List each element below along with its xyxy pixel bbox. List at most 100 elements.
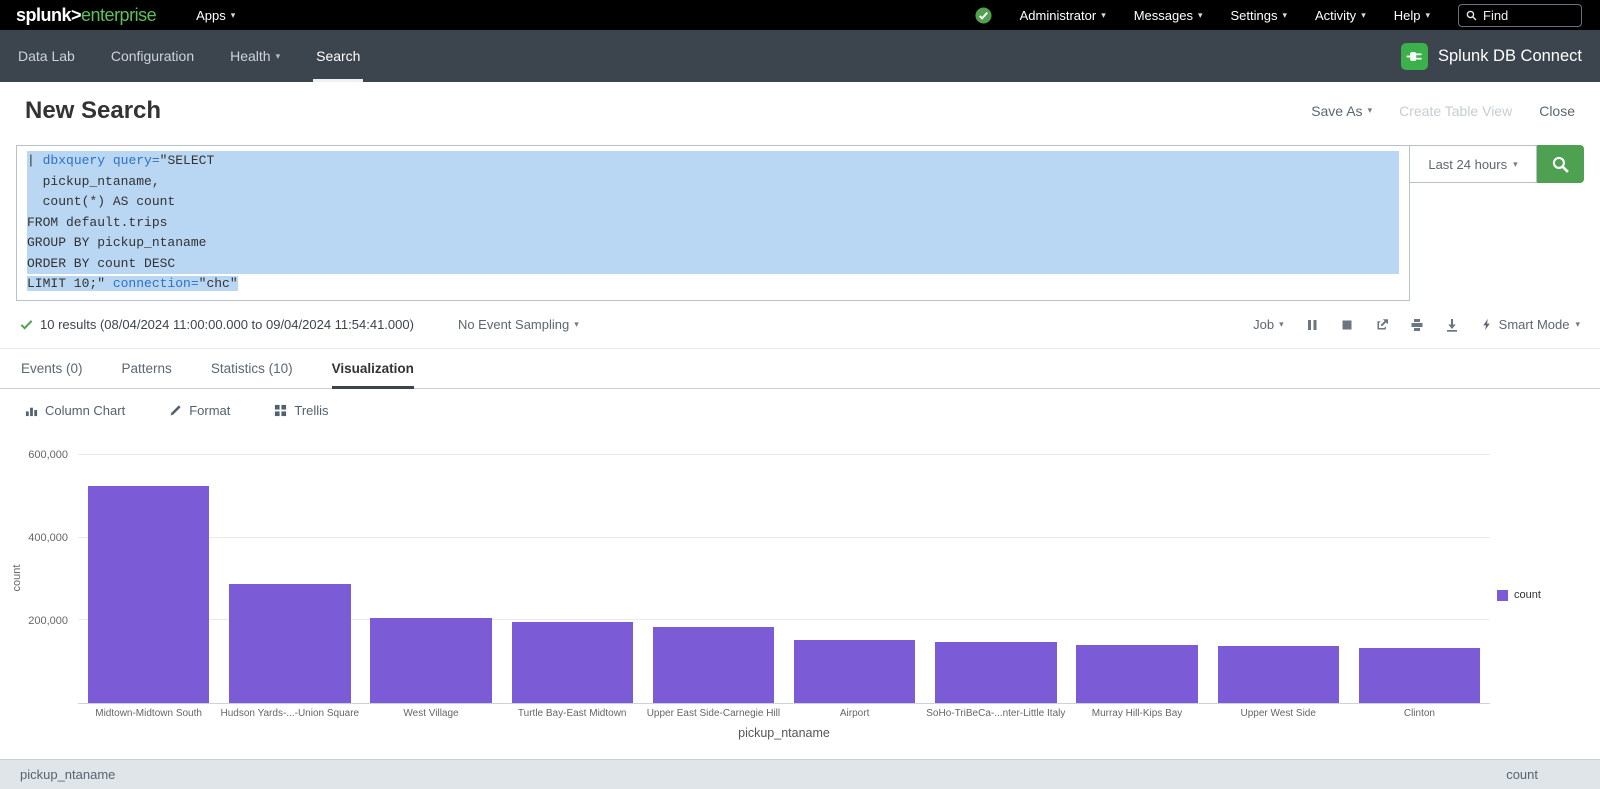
query-line: | dbxquery query="SELECT	[27, 151, 1399, 172]
create-table-view-button[interactable]: Create Table View	[1399, 103, 1512, 119]
query-line: ORDER BY count DESC	[27, 254, 1399, 275]
results-tabs: Events (0) Patterns Statistics (10) Visu…	[0, 348, 1600, 389]
splunk-logo: splunk>enterprise	[16, 5, 156, 26]
chart-bars	[78, 455, 1490, 703]
query-line: FROM default.trips	[27, 213, 1399, 234]
nav-item-health[interactable]: Health▾	[212, 30, 298, 82]
chart-bar-6[interactable]	[935, 642, 1056, 703]
column-header-pickup-ntaname[interactable]: pickup_ntaname	[20, 767, 115, 789]
bar-slot	[1349, 455, 1490, 703]
close-button[interactable]: Close	[1539, 103, 1575, 119]
export-button[interactable]	[1445, 318, 1459, 332]
tab-statistics[interactable]: Statistics (10)	[211, 349, 293, 388]
app-brand[interactable]: Splunk DB Connect	[1401, 30, 1600, 82]
pencil-icon	[169, 404, 182, 417]
y-tick-label: 400,000	[0, 532, 68, 544]
trellis-button[interactable]: Trellis	[274, 403, 328, 418]
chevron-down-icon: ▾	[1368, 106, 1373, 115]
query-line: GROUP BY pickup_ntaname	[27, 233, 1399, 254]
stop-button[interactable]	[1340, 318, 1354, 332]
event-sampling-dropdown[interactable]: No Event Sampling ▾	[458, 317, 579, 332]
run-search-button[interactable]	[1537, 145, 1584, 183]
chevron-down-icon: ▾	[276, 52, 281, 61]
find-input[interactable]	[1483, 8, 1568, 23]
chart-legend[interactable]: count	[1497, 589, 1541, 601]
chart-bar-7[interactable]	[1076, 645, 1197, 703]
chart-bar-9[interactable]	[1359, 648, 1480, 703]
bar-slot	[1208, 455, 1349, 703]
x-axis-labels: Midtown-Midtown SouthHudson Yards-...-Un…	[78, 708, 1490, 722]
chart-plot-area	[78, 455, 1490, 704]
apps-menu-label: Apps	[196, 8, 226, 23]
bar-slot	[1066, 455, 1207, 703]
search-icon	[1466, 10, 1477, 21]
chart-bar-2[interactable]	[370, 618, 491, 703]
x-tick-label: Midtown-Midtown South	[78, 708, 219, 722]
page-title: New Search	[25, 97, 161, 125]
tab-events[interactable]: Events (0)	[21, 349, 83, 388]
chevron-down-icon: ▾	[1198, 11, 1203, 20]
column-chart: count 200,000 400,000 600,000 Midtown-Midt…	[0, 439, 1600, 739]
query-line: pickup_ntaname,	[27, 172, 1399, 193]
trellis-grid-icon	[274, 404, 287, 417]
x-tick-label: Upper East Side-Carnegie Hill	[643, 708, 784, 722]
x-axis-title: pickup_ntaname	[78, 726, 1490, 740]
help-menu[interactable]: Help▾	[1394, 8, 1430, 23]
search-mode-dropdown[interactable]: Smart Mode ▾	[1480, 317, 1580, 332]
tab-patterns[interactable]: Patterns	[122, 349, 172, 388]
chart-bar-8[interactable]	[1218, 646, 1339, 703]
share-button[interactable]	[1375, 318, 1389, 332]
chevron-down-icon: ▾	[1575, 320, 1580, 329]
legend-swatch	[1497, 590, 1508, 601]
print-button[interactable]	[1410, 318, 1424, 332]
nav-item-configuration[interactable]: Configuration	[93, 30, 212, 82]
tab-visualization[interactable]: Visualization	[332, 349, 414, 388]
visualization-toolbar: Column Chart Format Trellis	[0, 389, 1600, 431]
time-range-picker[interactable]: Last 24 hours ▾	[1410, 145, 1537, 183]
pause-button[interactable]	[1305, 318, 1319, 332]
find-search-box[interactable]	[1458, 4, 1582, 27]
health-status-icon[interactable]	[975, 7, 992, 24]
chevron-down-icon: ▾	[1425, 11, 1430, 20]
chart-bar-4[interactable]	[653, 627, 774, 703]
x-tick-label: Clinton	[1349, 708, 1490, 722]
bar-slot	[360, 455, 501, 703]
chevron-down-icon: ▾	[1282, 11, 1287, 20]
x-tick-label: SoHo-TriBeCa-...nter-Little Italy	[925, 708, 1066, 722]
y-tick-label: 200,000	[0, 615, 68, 627]
legend-label: count	[1514, 589, 1541, 601]
chart-bar-5[interactable]	[794, 640, 915, 703]
job-menu[interactable]: Job▾	[1253, 317, 1284, 332]
page-header: New Search Save As▾ Create Table View Cl…	[0, 82, 1600, 139]
chart-bar-1[interactable]	[229, 584, 350, 703]
nav-item-data-lab[interactable]: Data Lab	[0, 30, 93, 82]
search-query-input[interactable]: | dbxquery query="SELECT pickup_ntaname,…	[16, 145, 1410, 301]
column-header-count[interactable]: count	[1506, 767, 1538, 789]
apps-menu[interactable]: Apps ▾	[196, 8, 235, 23]
chart-bar-3[interactable]	[512, 622, 633, 703]
save-as-button[interactable]: Save As▾	[1311, 103, 1372, 119]
chevron-down-icon: ▾	[231, 11, 236, 20]
bar-slot	[784, 455, 925, 703]
search-icon	[1552, 156, 1569, 173]
x-tick-label: Airport	[784, 708, 925, 722]
db-connect-plug-icon	[1401, 43, 1428, 70]
bar-slot	[78, 455, 219, 703]
chart-bar-0[interactable]	[88, 486, 209, 703]
administrator-menu[interactable]: Administrator▾	[1020, 8, 1106, 23]
nav-item-search[interactable]: Search	[298, 30, 378, 82]
x-tick-label: Murray Hill-Kips Bay	[1066, 708, 1207, 722]
format-button[interactable]: Format	[169, 403, 230, 418]
success-check-icon	[20, 318, 33, 331]
activity-menu[interactable]: Activity▾	[1315, 8, 1366, 23]
top-bar: splunk>enterprise Apps ▾ Administrator▾ …	[0, 0, 1600, 30]
x-tick-label: Upper West Side	[1208, 708, 1349, 722]
chevron-down-icon: ▾	[1101, 11, 1106, 20]
column-chart-icon	[25, 404, 38, 417]
chart-type-picker[interactable]: Column Chart	[25, 403, 125, 418]
messages-menu[interactable]: Messages▾	[1134, 8, 1203, 23]
query-line: count(*) AS count	[27, 192, 1399, 213]
y-tick-label: 600,000	[0, 449, 68, 461]
chevron-down-icon: ▾	[1361, 11, 1366, 20]
settings-menu[interactable]: Settings▾	[1231, 8, 1288, 23]
